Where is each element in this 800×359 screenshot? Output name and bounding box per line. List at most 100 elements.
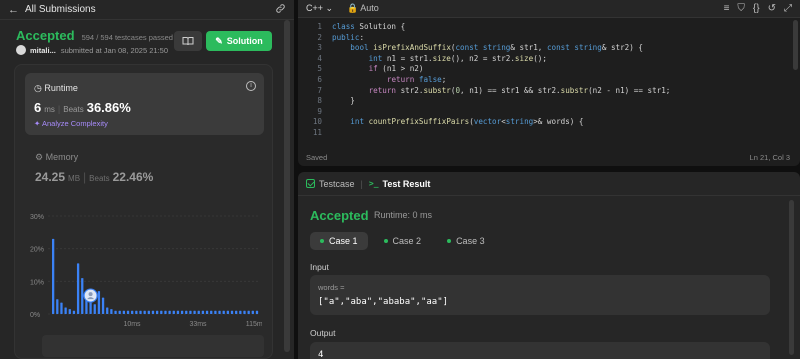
chart-bar[interactable] (214, 310, 217, 314)
code-line[interactable]: 2 public: (298, 33, 792, 44)
code-line[interactable]: 11 (298, 128, 792, 139)
code-line[interactable]: 9 (298, 107, 792, 118)
result-scrollbar[interactable] (789, 200, 794, 355)
chart-bar[interactable] (239, 310, 242, 314)
chart-bar[interactable] (60, 302, 63, 314)
tab-testcase[interactable]: Testcase (306, 179, 355, 189)
chart-bar[interactable] (72, 310, 76, 314)
chart-bar[interactable] (222, 310, 225, 314)
chart-bar[interactable] (189, 310, 192, 314)
case-3-tab[interactable]: Case 3 (437, 232, 495, 250)
chart-bar[interactable] (110, 309, 113, 314)
distribution-overview[interactable] (42, 335, 264, 357)
runtime-distribution-chart[interactable]: 30% 20% 10% 0% 10ms 33ms 115ms (30, 210, 262, 330)
chart-bar[interactable] (106, 307, 109, 314)
memory-card[interactable]: ⚙ Memory 24.25 MB | Beats 22.46% (35, 152, 153, 184)
chart-bar[interactable] (210, 310, 213, 314)
code-editor[interactable]: C++ ⌄ 🔒 Auto ≡ ⛉ {} ↺ ⤢ 1 class Solution … (298, 0, 800, 166)
avatar-head-icon (88, 292, 93, 297)
language-select[interactable]: C++ ⌄ (306, 3, 333, 14)
line-number: 5 (317, 64, 322, 74)
code-line[interactable]: 7 return str2.substr(0, n1) == str1 && s… (298, 86, 792, 97)
case-2-tab[interactable]: Case 2 (374, 232, 432, 250)
chart-bar[interactable] (93, 304, 96, 314)
chart-bar[interactable] (76, 263, 80, 314)
chart-bar[interactable] (243, 310, 246, 314)
chart-bar[interactable] (64, 307, 67, 314)
chart-bar[interactable] (180, 310, 184, 314)
left-scrollbar[interactable] (284, 20, 290, 352)
editor-status-bar: Saved Ln 21, Col 3 (306, 153, 790, 162)
bookmark-icon[interactable]: ⛉ (737, 3, 745, 14)
chart-bar[interactable] (235, 310, 238, 314)
solution-button[interactable]: ✎ Solution (206, 31, 272, 51)
chart-bar[interactable] (255, 310, 259, 314)
chart-bar[interactable] (151, 310, 155, 314)
chart-bar[interactable] (118, 310, 121, 314)
runtime-card[interactable]: ◷ Runtime i 6 ms | Beats 36.86% ✦ Analyze Co… (25, 73, 264, 135)
fullscreen-icon[interactable]: ⤢ (784, 3, 792, 14)
result-status: Accepted (310, 208, 369, 223)
chart-bar[interactable] (131, 310, 134, 314)
chart-bar[interactable] (197, 310, 200, 314)
case-1-tab[interactable]: Case 1 (310, 232, 368, 250)
chart-bar[interactable] (164, 310, 167, 314)
chart-bar[interactable] (156, 310, 159, 314)
format-icon[interactable]: ≡ (724, 3, 730, 14)
code-area[interactable]: 1 class Solution {2 public: 3 bool isPrefix… (298, 22, 792, 142)
code-line[interactable]: 1 class Solution { (298, 22, 792, 33)
chart-bar[interactable] (168, 310, 171, 314)
chart-bar[interactable] (126, 310, 130, 314)
book-icon (182, 37, 194, 46)
info-icon[interactable]: i (246, 81, 256, 91)
submission-status: Accepted 594 / 594 testcases passed (16, 28, 173, 43)
chart-bar[interactable] (201, 310, 205, 314)
editorial-button[interactable] (174, 31, 202, 51)
reset-icon[interactable]: ↺ (768, 3, 776, 14)
line-number: 8 (317, 96, 322, 106)
tab-test-result[interactable]: >_ Test Result (369, 179, 430, 189)
chart-bar[interactable] (247, 310, 250, 314)
chart-bar[interactable] (89, 302, 92, 314)
chart-bar[interactable] (143, 310, 146, 314)
chart-bar[interactable] (251, 310, 254, 314)
chart-bar[interactable] (176, 310, 180, 314)
chart-bar[interactable] (226, 310, 230, 314)
chart-bar[interactable] (81, 278, 84, 314)
code-line[interactable]: 5 if (n1 > n2) (298, 64, 792, 75)
username[interactable]: mitali... (30, 46, 56, 55)
editor-scrollbar[interactable] (793, 20, 798, 70)
analyze-complexity-button[interactable]: ✦ Analyze Complexity (34, 119, 108, 128)
avatar[interactable] (16, 45, 26, 55)
chart-bar[interactable] (205, 310, 209, 314)
chart-bar[interactable] (114, 310, 117, 314)
chart-bar[interactable] (68, 309, 71, 314)
chart-bar[interactable] (193, 310, 196, 314)
all-submissions-link[interactable]: All Submissions (25, 4, 275, 15)
y-tick-label: 30% (30, 214, 44, 221)
code-line[interactable]: 6 return false; (298, 75, 792, 86)
code-line[interactable]: 10 int countPrefixSuffixPairs(vector<str… (298, 117, 792, 128)
chart-bar[interactable] (97, 291, 101, 314)
code-line[interactable]: 3 bool isPrefixAndSuffix(const string& s… (298, 43, 792, 54)
braces-icon[interactable]: {} (753, 3, 760, 14)
chart-bar[interactable] (122, 310, 126, 314)
chart-bar[interactable] (135, 310, 138, 314)
chart-bar[interactable] (230, 310, 234, 314)
input-box: words = ["a","aba","ababa","aa"] (310, 275, 770, 315)
code-line[interactable]: 4 int n1 = str1.size(), n2 = str2.size()… (298, 54, 792, 65)
chart-bar[interactable] (52, 238, 55, 314)
chart-bar[interactable] (56, 299, 59, 314)
link-icon[interactable] (275, 3, 286, 17)
chart-bar[interactable] (218, 310, 221, 314)
chart-bar[interactable] (139, 310, 142, 314)
case-tabs: Case 1 Case 2 Case 3 (310, 232, 495, 250)
chart-bar[interactable] (185, 310, 188, 314)
auto-mode-toggle[interactable]: 🔒 Auto (347, 3, 379, 14)
chart-bar[interactable] (101, 297, 105, 314)
chart-bar[interactable] (172, 310, 175, 314)
chart-bar[interactable] (160, 310, 163, 314)
code-line[interactable]: 8 } (298, 96, 792, 107)
back-arrow-icon[interactable]: ← (8, 4, 19, 16)
chart-bar[interactable] (147, 310, 150, 314)
